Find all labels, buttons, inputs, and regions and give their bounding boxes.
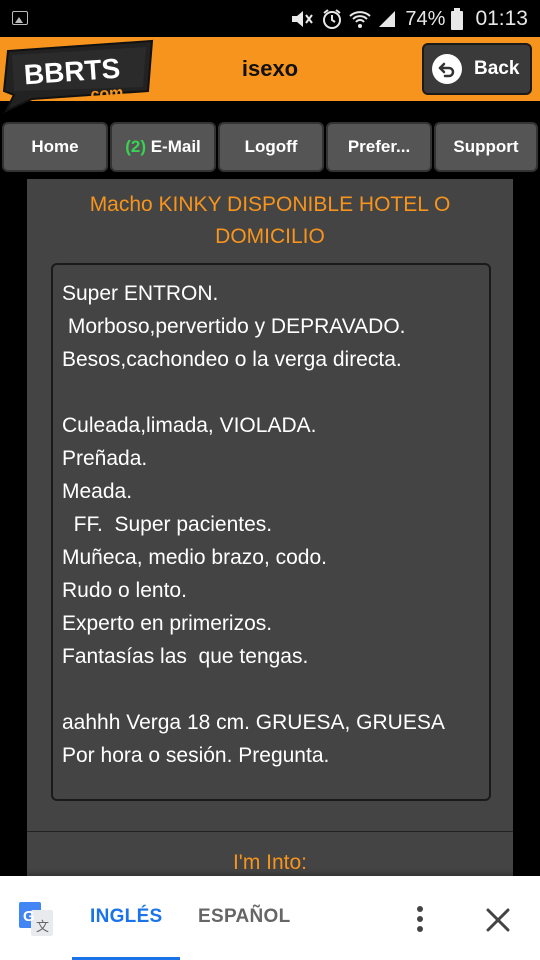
description-line: Besos,cachondeo o la verga directa. (62, 348, 402, 371)
description-line: Rudo o lento. (62, 579, 187, 602)
more-options-icon[interactable] (410, 904, 430, 934)
app-header: BBRTS .com isexo Back (0, 37, 540, 113)
tab-english[interactable]: INGLÉS (90, 906, 163, 928)
description-line: Fantasías las que tengas. (62, 645, 309, 668)
nav-email-label: E-Mail (150, 137, 201, 156)
post-description: Super ENTRON. Morboso,pervertido y DEPRA… (51, 263, 491, 801)
description-line: Culeada,limada, VIOLADA. (62, 414, 317, 437)
post-title: Macho KINKY DISPONIBLE HOTEL O DOMICILIO (89, 193, 451, 248)
tab-spanish[interactable]: ESPAÑOL (198, 906, 291, 928)
logo-subtext: .com (85, 85, 123, 105)
status-icons: 74% 01:13 (289, 4, 528, 34)
description-line: Preñada. (62, 447, 148, 470)
main-nav: Home (2) E-Mail Logoff Prefer... Support (0, 122, 540, 174)
nav-preferences-button[interactable]: Prefer... (326, 122, 432, 172)
clock: 01:13 (475, 7, 528, 30)
description-line: Experto en primerizos. (62, 612, 273, 635)
status-bar: 74% 01:13 (0, 0, 540, 37)
alarm-icon (323, 9, 342, 29)
description-line: Muñeca, medio brazo, codo. (62, 546, 327, 569)
email-count-badge: (2) (125, 137, 146, 156)
mute-icon (292, 11, 314, 27)
signal-icon (379, 11, 396, 27)
nav-logoff-button[interactable]: Logoff (218, 122, 324, 172)
description-line: Morboso,pervertido y DEPRAVADO. (62, 315, 406, 338)
im-into-heading: I'm Into: (232, 851, 308, 874)
battery-icon (451, 8, 464, 30)
nav-logoff-label: Logoff (244, 137, 298, 156)
profile-panel: Macho KINKY DISPONIBLE HOTEL O DOMICILIO… (27, 179, 513, 879)
back-arrow-icon (432, 54, 462, 84)
description-line (62, 376, 489, 409)
description-line: Super ENTRON. (62, 282, 219, 305)
translate-bar: G 文 INGLÉS ESPAÑOL (0, 876, 540, 960)
description-line: FF. Super pacientes. (62, 513, 273, 536)
description-line (62, 673, 489, 706)
description-line: Por hora o sesión. Pregunta. (62, 744, 330, 767)
image-icon (12, 11, 28, 25)
nav-email-button[interactable]: (2) E-Mail (110, 122, 216, 172)
nav-home-button[interactable]: Home (2, 122, 108, 172)
divider (27, 831, 513, 832)
wifi-icon (349, 11, 372, 28)
back-button[interactable]: Back (422, 43, 532, 95)
description-line: aahhh Verga 18 cm. GRUESA, GRUESA (62, 711, 445, 734)
nav-home-label: Home (31, 137, 79, 156)
page-title: isexo (241, 56, 299, 81)
google-translate-icon: G 文 (19, 902, 53, 936)
close-icon[interactable] (484, 906, 512, 934)
nav-support-label: Support (453, 137, 519, 156)
nav-preferences-label: Prefer... (347, 137, 411, 156)
back-label: Back (474, 58, 520, 79)
bbrts-logo[interactable]: BBRTS .com (2, 39, 159, 113)
nav-support-button[interactable]: Support (434, 122, 538, 172)
description-line: Meada. (62, 480, 133, 503)
svg-text:G: G (23, 908, 35, 925)
svg-text:文: 文 (36, 919, 49, 934)
battery-percent: 74% (405, 7, 446, 30)
